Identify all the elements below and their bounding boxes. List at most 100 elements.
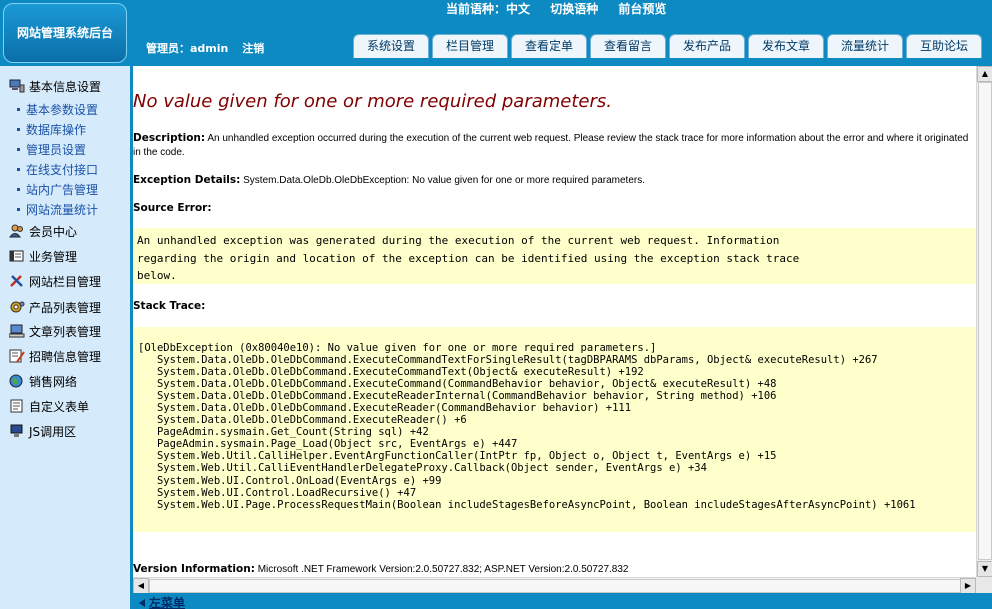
- sidebar-group-columns[interactable]: 网站栏目管理: [9, 273, 101, 290]
- admin-label: 管理员：admin: [146, 42, 229, 55]
- left-menu-label: 左菜单: [149, 596, 186, 609]
- bullet-icon: [17, 148, 20, 151]
- sidebar-group-label: 文章列表管理: [29, 325, 102, 339]
- bullet-icon: [17, 108, 20, 111]
- sidebar-group-label: 会员中心: [29, 225, 78, 239]
- sidebar-item-database[interactable]: 数据库操作: [17, 121, 86, 138]
- tab-publish-article[interactable]: 发布文章: [748, 34, 824, 58]
- scroll-left-button[interactable]: ◀: [133, 578, 149, 594]
- laptop-icon: [9, 324, 25, 338]
- scroll-right-button[interactable]: ▶: [960, 578, 976, 594]
- sidebar-group-products[interactable]: 产品列表管理: [9, 299, 101, 316]
- stack-trace-box: [OleDbException (0x80040e10): No value g…: [133, 327, 976, 532]
- bullet-icon: [17, 188, 20, 191]
- exception-label: Exception Details:: [133, 174, 241, 186]
- top-header: 网站管理系统后台 当前语种：中文 切换语种 前台预览 管理员：admin 注销 …: [0, 0, 992, 66]
- sidebar-group-js-calls[interactable]: JS调用区: [9, 423, 76, 440]
- users-icon: [9, 224, 23, 238]
- exception-details: Exception Details: System.Data.OleDb.Ole…: [133, 173, 973, 188]
- version-text: Microsoft .NET Framework Version:2.0.507…: [257, 564, 629, 575]
- horizontal-scroll-thumb[interactable]: [149, 579, 966, 593]
- sidebar-group-articles[interactable]: 文章列表管理: [9, 323, 101, 340]
- left-menu-toggle[interactable]: 左菜单: [139, 594, 185, 609]
- notepad-pen-icon: [9, 349, 25, 363]
- source-error-line: below.: [137, 269, 177, 282]
- scroll-down-button[interactable]: ▼: [977, 561, 992, 577]
- sidebar-group-members[interactable]: 会员中心: [9, 223, 77, 240]
- sidebar-group-label: JS调用区: [29, 425, 77, 439]
- exception-text: System.Data.OleDb.OleDbException: No val…: [243, 175, 645, 186]
- sidebar-group-label: 招聘信息管理: [29, 350, 102, 364]
- stack-line: System.Web.Util.CalliEventHandlerDelegat…: [138, 462, 707, 475]
- scrollbar-corner: [976, 577, 992, 593]
- stack-line: System.Web.UI.Page.ProcessRequestMain(Bo…: [138, 498, 916, 511]
- sidebar-group-custom-forms[interactable]: 自定义表单: [9, 398, 89, 415]
- sidebar-group-label: 产品列表管理: [29, 301, 102, 315]
- scroll-up-button[interactable]: ▲: [977, 66, 992, 82]
- stack-line: System.Data.OleDb.OleDbCommand.ExecuteRe…: [138, 414, 467, 427]
- main-content: No value given for one or more required …: [133, 66, 976, 577]
- sidebar-group-label: 业务管理: [29, 250, 78, 264]
- stack-line: System.Data.OleDb.OleDbCommand.ExecuteCo…: [138, 366, 644, 379]
- error-title: No value given for one or more required …: [133, 91, 612, 112]
- bullet-icon: [17, 168, 20, 171]
- source-error-box: An unhandled exception was generated dur…: [133, 228, 976, 284]
- sidebar-item-payment[interactable]: 在线支付接口: [17, 161, 98, 178]
- stack-line: System.Data.OleDb.OleDbCommand.ExecuteRe…: [138, 390, 777, 403]
- vertical-scroll-thumb[interactable]: [978, 82, 992, 560]
- bottom-bar: 左菜单: [133, 593, 992, 609]
- stack-line: [OleDbException (0x80040e10): No value g…: [138, 342, 657, 354]
- stack-line: System.Data.OleDb.OleDbCommand.ExecuteRe…: [138, 402, 632, 415]
- sidebar-group-business[interactable]: 业务管理: [9, 248, 77, 265]
- tab-view-messages[interactable]: 查看留言: [590, 34, 666, 58]
- tab-view-orders[interactable]: 查看定单: [511, 34, 587, 58]
- sidebar-group-sales-network[interactable]: 销售网络: [9, 373, 77, 390]
- sidebar-item-label: 数据库操作: [26, 123, 87, 137]
- bullet-icon: [17, 128, 20, 131]
- source-error-line: regarding the origin and location of the…: [137, 251, 800, 265]
- current-language-label: 当前语种：中文: [446, 2, 531, 16]
- sidebar-group-label: 基本信息设置: [29, 80, 102, 94]
- version-information: Version Information: Microsoft .NET Fram…: [133, 562, 973, 577]
- sidebar-item-basic-params[interactable]: 基本参数设置: [17, 101, 98, 118]
- tab-forum[interactable]: 互助论坛: [906, 34, 982, 58]
- preview-site-link[interactable]: 前台预览: [618, 2, 666, 16]
- tab-publish-product[interactable]: 发布产品: [669, 34, 745, 58]
- language-bar: 当前语种：中文 切换语种 前台预览: [446, 0, 682, 16]
- sidebar-item-label: 站内广告管理: [26, 183, 99, 197]
- stack-line: System.Data.OleDb.OleDbCommand.ExecuteCo…: [138, 354, 878, 367]
- stack-line: System.Web.UI.Control.OnLoad(EventArgs e…: [138, 474, 442, 487]
- arrow-left-icon: [139, 599, 145, 607]
- sidebar-item-label: 基本参数设置: [26, 103, 99, 117]
- sidebar-item-ads[interactable]: 站内广告管理: [17, 181, 98, 198]
- admin-bar: 管理员：admin 注销: [146, 40, 264, 56]
- tab-system-settings[interactable]: 系统设置: [353, 34, 429, 58]
- stack-line: System.Data.OleDb.OleDbCommand.ExecuteCo…: [138, 378, 777, 391]
- horizontal-scrollbar[interactable]: ◀ ▶: [133, 577, 976, 594]
- version-label: Version Information:: [133, 563, 255, 575]
- sidebar-group-label: 网站栏目管理: [29, 275, 102, 289]
- sidebar-item-admin-settings[interactable]: 管理员设置: [17, 141, 86, 158]
- stack-line: PageAdmin.sysmain.Get_Count(String sql) …: [138, 426, 429, 439]
- sidebar-item-traffic[interactable]: 网站流量统计: [17, 201, 98, 218]
- gear-icon: [10, 301, 25, 313]
- source-error-heading: Source Error:: [133, 202, 212, 214]
- sidebar-item-label: 在线支付接口: [26, 163, 99, 177]
- sidebar-group-recruitment[interactable]: 招聘信息管理: [9, 348, 101, 365]
- tools-icon: [10, 275, 23, 287]
- logout-link[interactable]: 注销: [242, 42, 264, 55]
- monitor-icon: [10, 424, 23, 437]
- source-error-line: An unhandled exception was generated dur…: [137, 234, 780, 247]
- sidebar-group-label: 销售网络: [29, 375, 78, 389]
- computer-icon: [9, 79, 25, 93]
- description-text: An unhandled exception occurred during t…: [133, 133, 969, 158]
- vertical-scrollbar[interactable]: ▲ ▼: [976, 66, 992, 577]
- switch-language-link[interactable]: 切换语种: [550, 2, 598, 16]
- description-label: Description:: [133, 132, 206, 144]
- stack-line: System.Web.Util.CalliHelper.EventArgFunc…: [138, 450, 777, 463]
- tab-traffic-stats[interactable]: 流量统计: [827, 34, 903, 58]
- tab-column-management[interactable]: 栏目管理: [432, 34, 508, 58]
- stack-trace-heading: Stack Trace:: [133, 300, 206, 312]
- sidebar-group-basic-settings[interactable]: 基本信息设置: [9, 78, 101, 95]
- form-icon: [10, 399, 23, 413]
